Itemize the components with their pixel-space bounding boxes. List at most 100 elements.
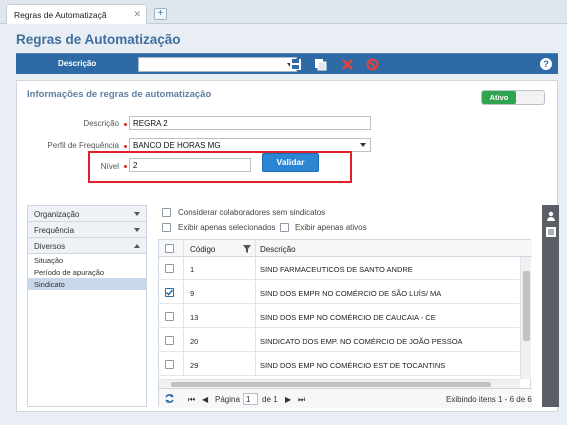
- chevron-down-icon: [134, 228, 140, 232]
- ativos-checkbox[interactable]: [280, 223, 289, 232]
- perfil-select[interactable]: BANCO DE HORAS MG: [129, 138, 371, 152]
- sem-sindicatos-checkbox[interactable]: [162, 208, 171, 217]
- page-label: Página: [215, 395, 240, 404]
- horizontal-scrollbar[interactable]: [159, 379, 520, 388]
- right-rail: [542, 205, 559, 407]
- descricao-input[interactable]: REGRA 2: [129, 116, 371, 130]
- column-divider: [183, 240, 184, 257]
- cell-codigo: 13: [190, 313, 199, 322]
- menu-frequencia[interactable]: Frequência: [28, 222, 146, 238]
- bottom-strip: [16, 412, 558, 425]
- column-divider: [255, 240, 256, 257]
- next-page-icon[interactable]: ▶: [285, 395, 291, 404]
- menu-item-periodo[interactable]: Período de apuração: [28, 266, 146, 278]
- column-divider: [183, 281, 184, 304]
- column-divider: [183, 329, 184, 352]
- chevron-down-icon: [134, 212, 140, 216]
- chevron-up-icon: [134, 244, 140, 248]
- items-summary: Exibindo itens 1 - 6 de 6: [446, 395, 532, 404]
- cell-codigo: 20: [190, 337, 199, 346]
- menu-organizacao[interactable]: Organização: [28, 206, 146, 222]
- cell-descricao: SIND FARMACEUTICOS DE SANTO ANDRE: [260, 265, 413, 274]
- select-all-checkbox[interactable]: [165, 244, 174, 253]
- cell-codigo: 9: [190, 289, 195, 298]
- vertical-scrollbar[interactable]: [520, 257, 531, 379]
- side-menu: Organização Frequência Diversos Situação…: [27, 205, 147, 407]
- cell-descricao: SIND DOS EMP NO COMÉRCIO EST DE TOCANTIN…: [260, 361, 446, 370]
- row-checkbox[interactable]: [165, 336, 174, 345]
- column-divider: [255, 281, 256, 304]
- description-select[interactable]: [138, 57, 297, 72]
- row-checkbox[interactable]: [165, 360, 174, 369]
- add-tab-icon[interactable]: +: [154, 8, 167, 20]
- nivel-label: Nível: [100, 162, 119, 171]
- scroll-thumb[interactable]: [523, 271, 530, 341]
- table-row[interactable]: 1 SIND FARMACEUTICOS DE SANTO ANDRE: [159, 257, 519, 280]
- required-marker: [124, 145, 127, 148]
- main-panel: Informações de regras de automatização A…: [16, 80, 559, 412]
- section-title: Informações de regras de automatização: [27, 89, 212, 100]
- first-page-icon[interactable]: ⏮: [188, 395, 195, 405]
- row-checkbox[interactable]: [165, 312, 174, 321]
- help-icon[interactable]: ?: [540, 58, 552, 70]
- column-divider: [255, 353, 256, 376]
- active-toggle[interactable]: Ativo: [481, 90, 545, 105]
- ativos-label: Exibir apenas ativos: [295, 223, 367, 232]
- sem-sindicatos-label: Considerar colaboradores sem sindicatos: [178, 208, 326, 217]
- column-divider: [255, 329, 256, 352]
- last-page-icon[interactable]: ⏭: [298, 395, 305, 405]
- table-row[interactable]: 9 SIND DOS EMPR NO COMÉRCIO DE SÃO LUÍS/ …: [159, 281, 519, 304]
- col-descricao[interactable]: Descrição: [260, 245, 296, 254]
- cell-descricao: SIND DOS EMPR NO COMÉRCIO DE SÃO LUÍS/ M…: [260, 289, 442, 298]
- perfil-value: BANCO DE HORAS MG: [133, 141, 221, 150]
- sindicato-grid: Código Descrição 1 SIND FARMACEUTICOS DE …: [158, 239, 532, 408]
- descricao-label: Descrição: [83, 119, 119, 128]
- toolbar: Descrição ?: [16, 53, 558, 74]
- required-marker: [124, 165, 127, 168]
- perfil-label: Perfil de Frequência: [47, 141, 119, 150]
- close-icon[interactable]: ✕: [133, 9, 141, 20]
- cell-descricao: SIND DOS EMP NO COMÉRCIO DE CAUCAIA - CE: [260, 313, 436, 322]
- toggle-label: Ativo: [482, 91, 516, 104]
- menu-item-situacao[interactable]: Situação: [28, 254, 146, 266]
- cell-codigo: 1: [190, 265, 195, 274]
- row-checkbox[interactable]: [165, 264, 174, 273]
- menu-item-sindicato[interactable]: Sindicato: [28, 278, 146, 290]
- row-checkbox[interactable]: [165, 288, 174, 297]
- filter-icon[interactable]: [243, 245, 251, 253]
- prev-page-icon[interactable]: ◀: [202, 395, 208, 404]
- copy-icon[interactable]: [314, 58, 327, 71]
- page-input[interactable]: 1: [243, 393, 258, 405]
- table-row[interactable]: 13 SIND DOS EMP NO COMÉRCIO DE CAUCAIA - …: [159, 305, 519, 328]
- chevron-down-icon: [360, 143, 366, 147]
- scroll-thumb[interactable]: [171, 382, 491, 387]
- user-icon[interactable]: [546, 211, 556, 221]
- table-row[interactable]: 20 SINDICATO DOS EMP. NO COMÉRCIO DE JOÃO…: [159, 329, 519, 352]
- menu-label: Organização: [34, 210, 80, 219]
- validar-button[interactable]: Validar: [262, 153, 319, 172]
- menu-diversos[interactable]: Diversos: [28, 238, 146, 254]
- refresh-icon[interactable]: [164, 393, 175, 404]
- pager: ⏮ ◀ Página 1 de 1 ▶ ⏭ Exibindo itens 1 -…: [159, 388, 532, 408]
- col-codigo[interactable]: Código: [190, 245, 215, 254]
- selecionados-checkbox[interactable]: [162, 223, 171, 232]
- column-divider: [183, 305, 184, 328]
- nivel-input[interactable]: 2: [129, 158, 251, 172]
- selecionados-label: Exibir apenas selecionados: [178, 223, 276, 232]
- menu-label: Diversos: [34, 242, 66, 251]
- list-icon[interactable]: [546, 227, 556, 237]
- required-marker: [124, 123, 127, 126]
- cell-descricao: SINDICATO DOS EMP. NO COMÉRCIO DE JOÃO P…: [260, 337, 463, 346]
- tab-title: Regras de Automatizaçã: [14, 10, 107, 20]
- table-row[interactable]: 29 SIND DOS EMP NO COMÉRCIO EST DE TOCANT…: [159, 353, 519, 376]
- grid-header: Código Descrição: [159, 240, 532, 257]
- column-divider: [255, 257, 256, 280]
- toolbar-label: Descrição: [58, 59, 97, 68]
- cell-codigo: 29: [190, 361, 199, 370]
- cancel-icon[interactable]: [366, 58, 379, 71]
- column-divider: [255, 305, 256, 328]
- delete-icon[interactable]: [341, 58, 354, 71]
- tab-regras[interactable]: Regras de Automatizaçã ✕: [6, 4, 147, 24]
- page-title: Regras de Automatização: [16, 32, 181, 47]
- save-icon[interactable]: [289, 58, 302, 71]
